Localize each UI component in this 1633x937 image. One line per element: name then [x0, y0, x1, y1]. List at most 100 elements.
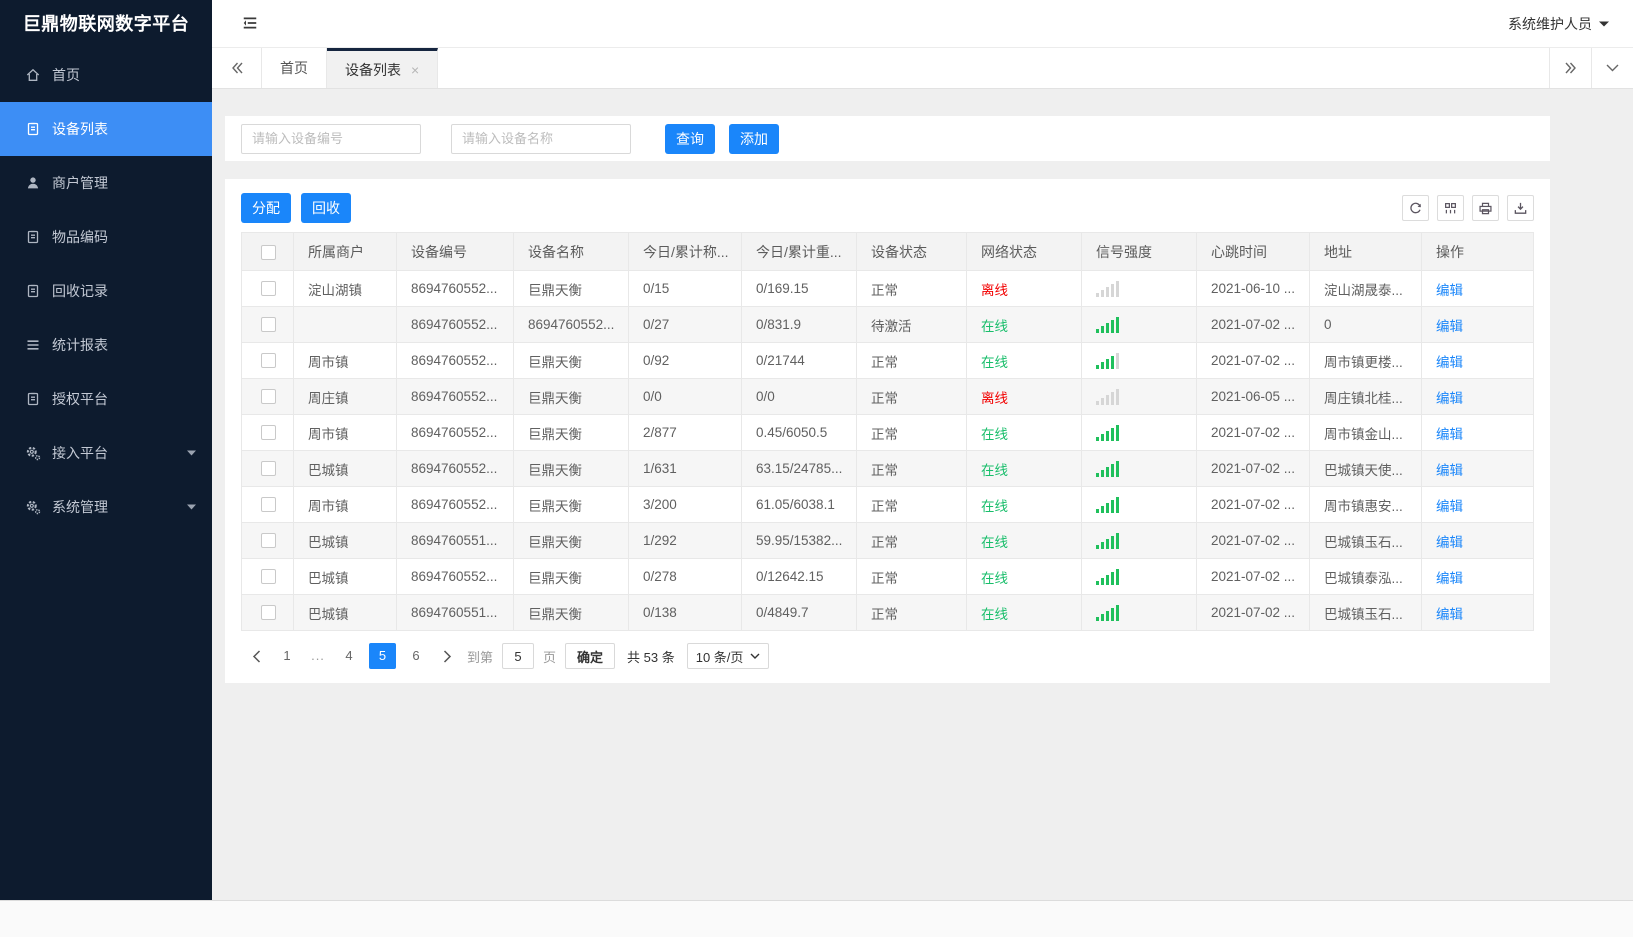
cell-device-name: 巨鼎天衡 — [513, 270, 629, 307]
sidebar-item-system-manage[interactable]: 系统管理 — [0, 480, 212, 534]
cell-merchant: 周市镇 — [293, 342, 397, 379]
edit-link[interactable]: 编辑 — [1436, 607, 1463, 622]
row-checkbox[interactable] — [261, 569, 276, 585]
row-checkbox[interactable] — [261, 497, 276, 513]
table-row[interactable]: 周市镇 8694760552... 巨鼎天衡 0/92 0/21744 正常 在… — [241, 342, 1534, 379]
cell-address: 巴城镇天使... — [1309, 450, 1422, 487]
table-row[interactable]: 周庄镇 8694760552... 巨鼎天衡 0/0 0/0 正常 离线 202… — [241, 378, 1534, 415]
total-count-label: 共 53 条 — [627, 649, 675, 665]
edit-link[interactable]: 编辑 — [1436, 535, 1463, 550]
pagination: 1 ... 4 5 6 到第 页 确定 共 53 条 10 条/页 — [245, 643, 1530, 669]
page-number-active[interactable]: 5 — [369, 643, 396, 669]
row-checkbox[interactable] — [261, 353, 276, 369]
cell-today-count: 0/0 — [628, 378, 742, 415]
sidebar-item-home[interactable]: 首页 — [0, 48, 212, 102]
page-number[interactable]: 6 — [405, 643, 427, 669]
tabs-menu-button[interactable] — [1591, 48, 1633, 88]
user-menu[interactable]: 系统维护人员 — [1508, 14, 1609, 34]
network-status-badge: 在线 — [981, 498, 1008, 514]
sidebar-item-recycle-record[interactable]: 回收记录 — [0, 264, 212, 318]
goto-page-input[interactable] — [502, 643, 535, 669]
cell-today-count: 2/877 — [628, 414, 742, 451]
goto-confirm-button[interactable]: 确定 — [565, 643, 616, 669]
prev-page-button[interactable] — [245, 643, 267, 669]
cell-today-count: 0/278 — [628, 558, 742, 595]
tab-device-list[interactable]: 设备列表 × — [327, 48, 439, 88]
row-checkbox[interactable] — [261, 533, 276, 549]
cell-device-name: 8694760552... — [513, 306, 629, 343]
columns-icon[interactable] — [1437, 195, 1464, 221]
row-checkbox[interactable] — [261, 425, 276, 441]
edit-link[interactable]: 编辑 — [1436, 427, 1463, 442]
sidebar-item-merchant[interactable]: 商户管理 — [0, 156, 212, 210]
page-number[interactable]: 4 — [338, 643, 360, 669]
recycle-button[interactable]: 回收 — [301, 193, 351, 223]
edit-link[interactable]: 编辑 — [1436, 319, 1463, 334]
page-unit-label: 页 — [543, 649, 557, 665]
sidebar-item-access-platform[interactable]: 接入平台 — [0, 426, 212, 480]
network-status-badge: 在线 — [981, 318, 1008, 334]
table-row[interactable]: 淀山湖镇 8694760552... 巨鼎天衡 0/15 0/169.15 正常… — [241, 270, 1534, 307]
sidebar-item-authorize[interactable]: 授权平台 — [0, 372, 212, 426]
main-area: 系统维护人员 首页 设备列表 × 请输入设备编号 请输入设备名称 查询 添加 分… — [212, 0, 1633, 900]
row-checkbox[interactable] — [261, 281, 276, 297]
edit-link[interactable]: 编辑 — [1436, 355, 1463, 370]
column-header: 心跳时间 — [1196, 232, 1310, 271]
signal-strength-icon — [1096, 424, 1196, 441]
print-icon[interactable] — [1472, 195, 1499, 221]
tabs-scroll-right-button[interactable] — [1549, 48, 1591, 88]
row-checkbox[interactable] — [261, 605, 276, 621]
table-row[interactable]: 巴城镇 8694760552... 巨鼎天衡 0/278 0/12642.15 … — [241, 558, 1534, 595]
cell-device-no: 8694760552... — [396, 450, 514, 487]
row-checkbox[interactable] — [261, 317, 276, 333]
cell-device-name: 巨鼎天衡 — [513, 522, 629, 559]
search-panel: 查询 添加 — [225, 116, 1550, 161]
edit-link[interactable]: 编辑 — [1436, 571, 1463, 586]
cell-device-no: 8694760552... — [396, 558, 514, 595]
cell-device-name: 巨鼎天衡 — [513, 414, 629, 451]
cell-device-status: 正常 — [856, 414, 967, 451]
edit-link[interactable]: 编辑 — [1436, 499, 1463, 514]
row-checkbox[interactable] — [261, 461, 276, 477]
assign-button[interactable]: 分配 — [241, 193, 291, 223]
device-no-input[interactable] — [241, 123, 421, 154]
tab-home[interactable]: 首页 — [262, 48, 327, 88]
chevron-down-icon — [750, 653, 760, 659]
next-page-button[interactable] — [436, 643, 458, 669]
device-table-card: 分配 回收 所属商户 设备编号 设备名称 今日/累计称... 今日/累计重...… — [225, 179, 1550, 683]
table-row[interactable]: 周市镇 8694760552... 巨鼎天衡 2/877 0.45/6050.5… — [241, 414, 1534, 451]
edit-link[interactable]: 编辑 — [1436, 463, 1463, 478]
row-checkbox[interactable] — [261, 389, 276, 405]
bottom-scroll-strip[interactable] — [0, 900, 1633, 937]
add-button[interactable]: 添加 — [729, 123, 779, 154]
tab-label: 首页 — [280, 60, 308, 76]
signal-strength-icon — [1096, 568, 1196, 585]
refresh-icon[interactable] — [1402, 195, 1429, 221]
sidebar-item-device-list[interactable]: 设备列表 — [0, 102, 212, 156]
table-row[interactable]: 周市镇 8694760552... 巨鼎天衡 3/200 61.05/6038.… — [241, 486, 1534, 523]
signal-strength-icon — [1096, 316, 1196, 333]
edit-link[interactable]: 编辑 — [1436, 391, 1463, 406]
page-number[interactable]: 1 — [276, 643, 298, 669]
table-row[interactable]: 巴城镇 8694760551... 巨鼎天衡 0/138 0/4849.7 正常… — [241, 594, 1534, 631]
cell-address: 周市镇更楼... — [1309, 342, 1422, 379]
sidebar-collapse-button[interactable] — [240, 13, 262, 35]
cell-today-weight: 0/169.15 — [741, 270, 857, 307]
sidebar-item-report[interactable]: 统计报表 — [0, 318, 212, 372]
tabs-scroll-left-button[interactable] — [212, 48, 262, 88]
export-icon[interactable] — [1507, 195, 1534, 221]
cell-device-name: 巨鼎天衡 — [513, 342, 629, 379]
device-name-input[interactable] — [451, 123, 631, 154]
query-button[interactable]: 查询 — [665, 123, 715, 154]
tab-label: 设备列表 — [345, 61, 401, 78]
tab-close-icon[interactable]: × — [411, 62, 419, 78]
page-size-select[interactable]: 10 条/页 — [686, 643, 770, 669]
table-row[interactable]: 巴城镇 8694760552... 巨鼎天衡 1/631 63.15/24785… — [241, 450, 1534, 487]
goto-label: 到第 — [467, 649, 494, 665]
table-row[interactable]: 8694760552... 8694760552... 0/27 0/831.9… — [241, 306, 1534, 343]
cell-heartbeat: 2021-07-02 ... — [1196, 522, 1310, 559]
table-row[interactable]: 巴城镇 8694760551... 巨鼎天衡 1/292 59.95/15382… — [241, 522, 1534, 559]
select-all-checkbox[interactable] — [261, 244, 276, 260]
sidebar-item-item-code[interactable]: 物品编码 — [0, 210, 212, 264]
edit-link[interactable]: 编辑 — [1436, 283, 1463, 298]
